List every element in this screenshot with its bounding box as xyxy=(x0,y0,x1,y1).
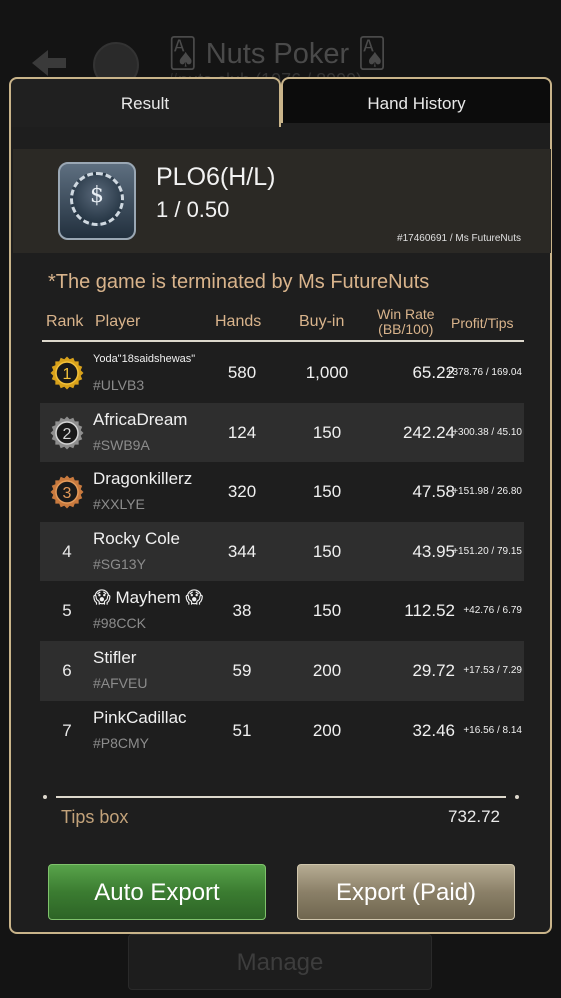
footer-divider xyxy=(56,796,506,798)
profit-tips: +151.98 / 26.80 xyxy=(452,486,522,498)
column-header-winrate: Win Rate (BB/100) xyxy=(377,307,435,337)
club-title: 🂡 Nuts Poker 🂡 xyxy=(168,38,387,70)
scroll-dot-left xyxy=(43,795,47,799)
profit-tips: +17.53 / 7.29 xyxy=(463,664,522,676)
gold-medal-icon: 1 xyxy=(50,356,84,390)
hands-count: 320 xyxy=(227,482,257,502)
table-row[interactable]: 5 😱 Mayhem 😱 #98CCK 38 150 112.52 +42.76 / 6.7… xyxy=(40,581,524,641)
profit-tips: +378.76 / 169.04 xyxy=(446,367,522,378)
buyin-amount: 200 xyxy=(312,660,342,680)
winrate-unit: (BB/100) xyxy=(378,321,434,337)
column-header-player: Player xyxy=(95,313,141,330)
column-header-hands: Hands xyxy=(215,313,262,330)
profit-tips: +42.76 / 6.79 xyxy=(463,605,522,617)
rank-number: 7 xyxy=(62,720,72,740)
rank-number: 5 xyxy=(62,601,72,621)
game-id: #17460691 / Ms FutureNuts xyxy=(397,233,521,244)
hands-count: 124 xyxy=(227,422,257,442)
column-header-profit: Profit/Tips xyxy=(451,315,514,331)
results-table[interactable]: 1 Yoda"18saidshewas" #ULVB3 580 1,000 65.22 +3… xyxy=(40,343,524,749)
profit-tips: +16.56 / 8.14 xyxy=(463,724,522,736)
column-header-buyin: Buy-in xyxy=(299,313,345,330)
tips-box-label: Tips box xyxy=(61,807,129,827)
player-name: Rocky Cole xyxy=(93,528,180,548)
tab-result[interactable]: Result xyxy=(9,77,281,127)
player-name: PinkCadillac xyxy=(93,707,187,727)
player-id: #ULVB3 xyxy=(93,377,145,393)
game-info-header: $ PLO6(H/L) 1 / 0.50 #17460691 / Ms Futu… xyxy=(13,149,551,253)
back-arrow-icon xyxy=(32,50,66,76)
rank-number: 4 xyxy=(62,541,72,561)
chip-face: $ xyxy=(70,172,124,226)
table-row[interactable]: 1 Yoda"18saidshewas" #ULVB3 580 1,000 65.22 +3… xyxy=(40,343,524,403)
table-row[interactable]: 3 Dragonkillerz #XXLYE 320 150 47.58 +151.98 /… xyxy=(40,462,524,522)
player-name: 😱 Mayhem 😱 xyxy=(93,588,204,608)
buyin-amount: 150 xyxy=(312,601,342,621)
player-name: Yoda"18saidshewas" xyxy=(93,353,196,365)
table-row[interactable]: 2 AfricaDream #SWB9A 124 150 242.24 +300.38 / … xyxy=(40,402,524,463)
rank-number: 2 xyxy=(63,426,72,443)
profit-tips: +151.20 / 79.15 xyxy=(452,545,522,557)
export-paid-button[interactable]: Export (Paid) xyxy=(297,864,515,920)
rank-number: 6 xyxy=(62,660,72,680)
player-id: #AFVEU xyxy=(93,674,148,691)
table-row[interactable]: 6 Stifler #AFVEU 59 200 29.72 +17.53 / 7.29 xyxy=(40,640,524,701)
buyin-amount: 200 xyxy=(312,720,342,740)
bronze-medal-icon: 3 xyxy=(50,475,84,509)
table-row[interactable]: 7 PinkCadillac #P8CMY 51 200 32.46 +16.56 / 8.… xyxy=(40,701,524,749)
hands-count: 580 xyxy=(227,363,257,382)
tips-box-value: 732.72 xyxy=(448,807,500,826)
player-name: AfricaDream xyxy=(93,409,188,429)
hands-count: 38 xyxy=(232,601,252,621)
buyin-amount: 150 xyxy=(312,422,342,442)
game-blinds: 1 / 0.50 xyxy=(156,197,230,222)
player-id: #SG13Y xyxy=(93,555,146,572)
scroll-dot-right xyxy=(515,795,519,799)
hands-count: 59 xyxy=(232,660,252,680)
tab-hand-history[interactable]: Hand History xyxy=(281,77,552,125)
player-id: #P8CMY xyxy=(93,734,150,749)
player-id: #SWB9A xyxy=(93,436,150,453)
winrate-label: Win Rate xyxy=(377,306,435,322)
rank-number: 1 xyxy=(63,366,72,383)
background-header: 🂡 Nuts Poker 🂡 #nuts club (1076 / 8999) xyxy=(0,0,561,90)
result-panel: $ PLO6(H/L) 1 / 0.50 #17460691 / Ms Futu… xyxy=(9,123,552,934)
manage-button: Manage xyxy=(128,934,432,990)
header-divider xyxy=(42,340,524,342)
poker-chip-icon: $ xyxy=(58,162,136,240)
player-name: Stifler xyxy=(93,647,137,667)
auto-export-button[interactable]: Auto Export xyxy=(48,864,266,920)
game-type: PLO6(H/L) xyxy=(156,163,276,191)
column-header-rank: Rank xyxy=(46,313,84,330)
terminated-notice: *The game is terminated by Ms FutureNuts xyxy=(48,271,430,293)
game-result-dialog: Result Hand History $ PLO6(H/L) 1 / 0.50… xyxy=(9,77,552,934)
hands-count: 344 xyxy=(227,541,257,561)
player-name: Dragonkillerz xyxy=(93,469,193,489)
player-id: #98CCK xyxy=(93,615,146,632)
buyin-amount: 150 xyxy=(312,482,342,502)
player-id: #XXLYE xyxy=(93,496,145,513)
buyin-amount: 1,000 xyxy=(305,363,349,382)
buyin-amount: 150 xyxy=(312,541,342,561)
dollar-icon: $ xyxy=(90,183,104,208)
table-row[interactable]: 4 Rocky Cole #SG13Y 344 150 43.95 +151.20 / 79… xyxy=(40,521,524,582)
profit-tips: +300.38 / 45.10 xyxy=(452,426,522,438)
rank-number: 3 xyxy=(63,485,72,502)
silver-medal-icon: 2 xyxy=(50,416,84,450)
hands-count: 51 xyxy=(232,720,252,740)
